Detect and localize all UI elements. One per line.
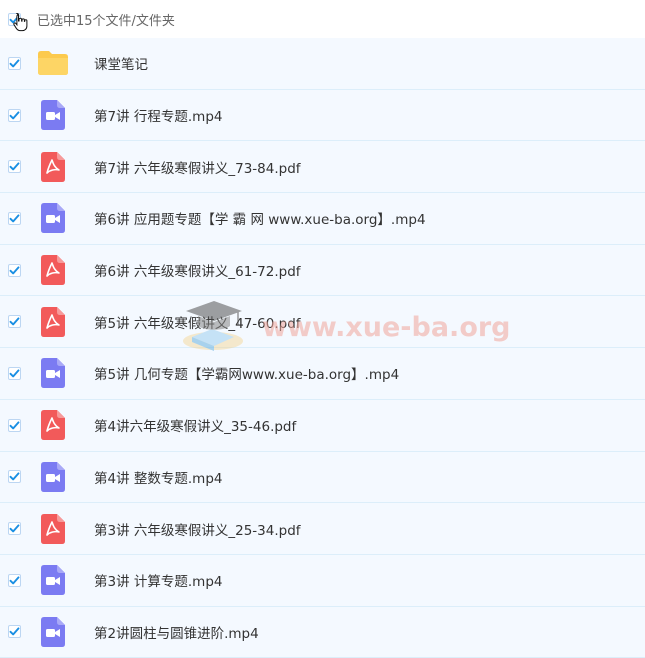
video-file-icon (41, 358, 65, 389)
file-checkbox[interactable] (8, 56, 21, 70)
select-all-checkbox[interactable] (8, 12, 21, 26)
file-row[interactable]: 第7讲 六年级寒假讲义_73-84.pdf (0, 141, 645, 194)
file-row[interactable]: 第6讲 六年级寒假讲义_61-72.pdf (0, 244, 645, 297)
file-type-icon (36, 253, 70, 287)
video-file-icon (41, 100, 65, 131)
selection-header: 已选中15个文件/文件夹 (0, 0, 645, 38)
file-row[interactable]: 第4讲六年级寒假讲义_35-46.pdf (0, 399, 645, 452)
file-name[interactable]: 第7讲 行程专题.mp4 (94, 105, 222, 125)
file-name[interactable]: 课堂笔记 (94, 53, 148, 73)
file-list: 课堂笔记第7讲 行程专题.mp4 第7讲 六年级寒假讲义_73-84.pdf 第6讲… (0, 38, 645, 658)
file-name[interactable]: 第6讲 六年级寒假讲义_61-72.pdf (94, 260, 301, 280)
file-name[interactable]: 第2讲圆柱与圆锥进阶.mp4 (94, 622, 259, 642)
file-type-icon (36, 201, 70, 235)
checkmark-icon (9, 369, 20, 378)
file-type-icon (36, 615, 70, 649)
pdf-file-icon (41, 410, 65, 441)
checkmark-icon (9, 59, 20, 68)
file-row[interactable]: 第5讲 几何专题【学霸网www.xue-ba.org】.mp4 (0, 348, 645, 400)
file-checkbox[interactable] (8, 211, 21, 225)
file-type-icon (36, 563, 70, 597)
checkmark-icon (9, 524, 20, 533)
file-name[interactable]: 第5讲 几何专题【学霸网www.xue-ba.org】.mp4 (94, 363, 399, 383)
file-name[interactable]: 第3讲 计算专题.mp4 (94, 570, 222, 590)
file-checkbox[interactable] (8, 625, 21, 639)
checkmark-icon (9, 317, 20, 326)
selection-count-text: 已选中15个文件/文件夹 (37, 13, 175, 29)
file-type-icon (36, 46, 70, 80)
checkmark-icon (9, 214, 20, 223)
file-name[interactable]: 第5讲 六年级寒假讲义_47-60.pdf (94, 312, 301, 332)
file-name[interactable]: 第3讲 六年级寒假讲义_25-34.pdf (94, 519, 301, 539)
file-checkbox[interactable] (8, 418, 21, 432)
file-type-icon (36, 98, 70, 132)
checkmark-icon (9, 110, 20, 119)
file-checkbox[interactable] (8, 522, 21, 536)
file-row[interactable]: 第5讲 六年级寒假讲义_47-60.pdf (0, 296, 645, 349)
video-file-icon (41, 565, 65, 596)
checkmark-icon (9, 162, 20, 171)
file-checkbox[interactable] (8, 108, 21, 122)
file-name[interactable]: 第4讲六年级寒假讲义_35-46.pdf (94, 415, 296, 435)
file-row[interactable]: 第6讲 应用题专题【学 霸 网 www.xue-ba.org】.mp4 (0, 193, 645, 245)
pdf-file-icon (41, 513, 65, 544)
file-checkbox[interactable] (8, 470, 21, 484)
video-file-icon (41, 616, 65, 647)
checkmark-icon (9, 14, 20, 23)
folder-icon (38, 51, 68, 76)
file-type-icon (36, 356, 70, 390)
pdf-file-icon (41, 306, 65, 337)
file-checkbox[interactable] (8, 366, 21, 380)
file-checkbox[interactable] (8, 573, 21, 587)
video-file-icon (41, 461, 65, 492)
file-row[interactable]: 第3讲 计算专题.mp4 (0, 554, 645, 607)
file-checkbox[interactable] (8, 160, 21, 174)
checkmark-icon (9, 576, 20, 585)
file-type-icon (36, 408, 70, 442)
pdf-file-icon (41, 255, 65, 286)
file-type-icon (36, 150, 70, 184)
file-type-icon (36, 460, 70, 494)
video-file-icon (41, 203, 65, 234)
file-type-icon (36, 512, 70, 546)
checkmark-icon (9, 266, 20, 274)
file-checkbox[interactable] (8, 315, 21, 329)
file-row[interactable]: 课堂笔记 (0, 38, 645, 90)
file-name[interactable]: 第6讲 应用题专题【学 霸 网 www.xue-ba.org】.mp4 (94, 208, 426, 228)
file-checkbox[interactable] (8, 263, 21, 277)
file-row[interactable]: 第7讲 行程专题.mp4 (0, 89, 645, 142)
file-row[interactable]: 第2讲圆柱与圆锥进阶.mp4 (0, 606, 645, 658)
file-row[interactable]: 第4讲 整数专题.mp4 (0, 451, 645, 504)
file-row[interactable]: 第3讲 六年级寒假讲义_25-34.pdf (0, 503, 645, 555)
file-name[interactable]: 第4讲 整数专题.mp4 (94, 467, 222, 487)
checkmark-icon (9, 627, 20, 636)
file-type-icon (36, 305, 70, 339)
pdf-file-icon (41, 151, 65, 182)
checkmark-icon (9, 472, 20, 481)
checkmark-icon (9, 421, 20, 430)
file-name[interactable]: 第7讲 六年级寒假讲义_73-84.pdf (94, 157, 301, 177)
